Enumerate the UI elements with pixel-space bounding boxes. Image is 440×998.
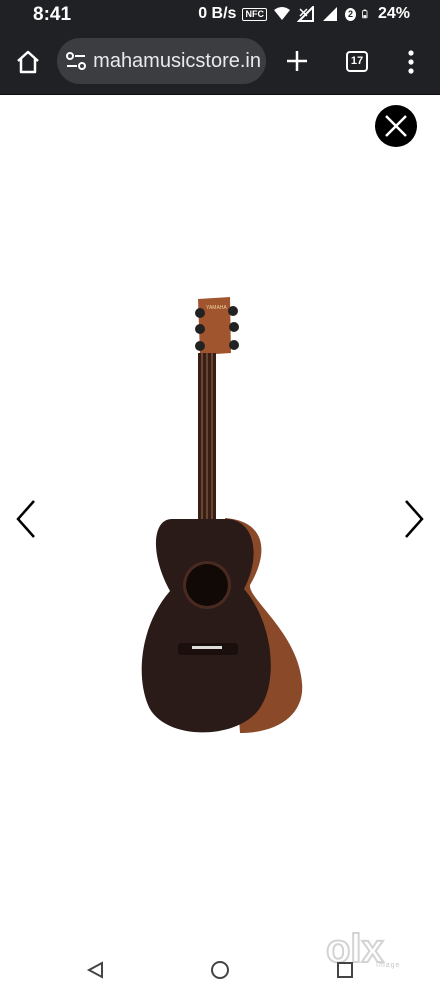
wifi-icon	[273, 7, 290, 20]
status-bar: 8:41 0 B/s NFC 2 24%	[0, 0, 440, 30]
close-button[interactable]	[375, 105, 417, 147]
network-speed: 0 B/s	[198, 5, 237, 22]
browser-toolbar: yamahamusicstore.in 17	[0, 30, 440, 95]
plus-icon[interactable]	[283, 47, 311, 75]
network-speed-badge: NFC	[242, 7, 267, 21]
sim-badge: 2	[344, 7, 356, 21]
chevron-right-icon[interactable]	[400, 497, 428, 541]
battery-percent: 24%	[377, 5, 410, 22]
signal-icon	[296, 6, 314, 22]
watermark-subtext: Image	[376, 962, 401, 969]
home-nav-icon[interactable]	[210, 960, 230, 980]
status-indicators: 0 B/s NFC 2 24%	[198, 5, 410, 23]
guitar-image: YAMAHA	[141, 297, 303, 733]
more-vert-icon[interactable]	[404, 48, 418, 76]
volte-signal-icon	[322, 7, 337, 21]
tune-icon[interactable]	[65, 51, 87, 71]
recents-icon[interactable]	[337, 962, 353, 978]
url-bar[interactable]: yamahamusicstore.in	[57, 38, 266, 84]
svg-text:YAMAHA: YAMAHA	[206, 305, 227, 311]
chevron-left-icon[interactable]	[12, 497, 40, 541]
tab-switcher-button[interactable]: 17	[346, 51, 368, 72]
home-icon[interactable]	[14, 48, 42, 76]
back-icon[interactable]	[86, 961, 104, 979]
close-icon	[385, 115, 407, 137]
status-time: 8:41	[33, 4, 72, 25]
url-text[interactable]: yamahamusicstore.in	[93, 50, 261, 74]
battery-icon	[362, 9, 368, 19]
